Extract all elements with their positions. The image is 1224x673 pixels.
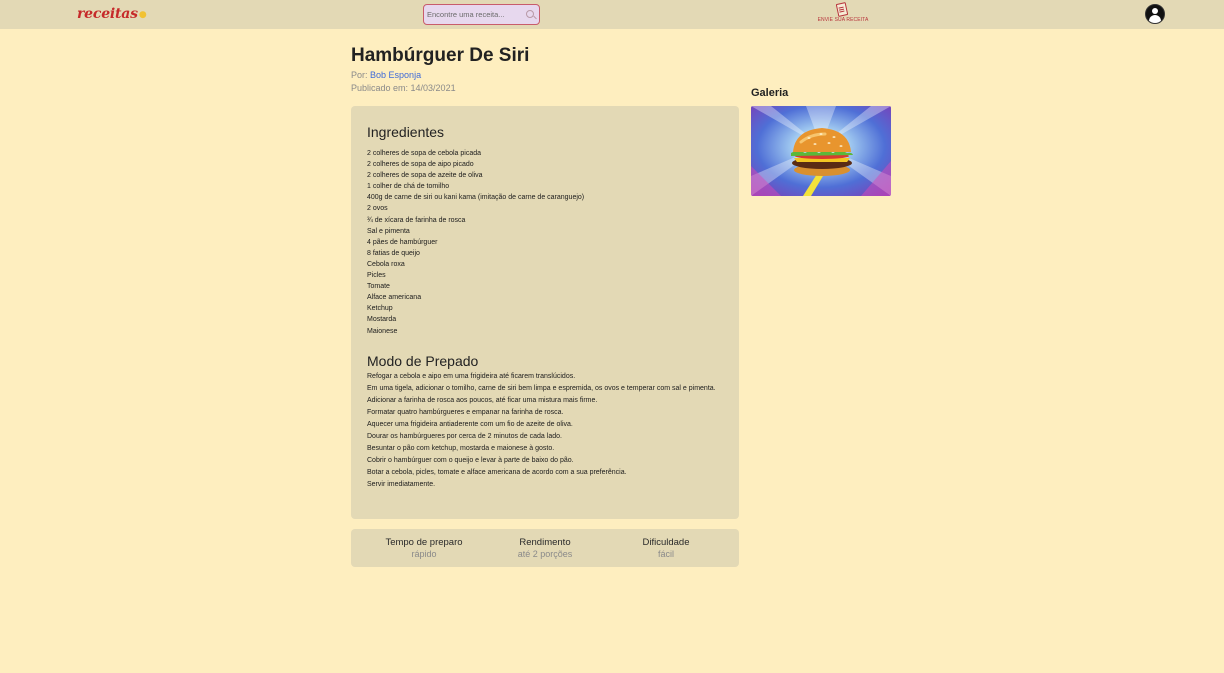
search-box: [423, 4, 540, 25]
recipe-title: Hambúrguer De Siri: [351, 45, 530, 66]
recipe-document-icon: [835, 2, 849, 17]
recipe-info-bar: Tempo de preparo rápido Rendimento até 2…: [351, 529, 739, 567]
send-recipe-button[interactable]: ENVIE SUA RECEITA: [817, 2, 869, 26]
ingredient-item: 400g de carne de siri ou kani kama (imit…: [367, 194, 585, 202]
ingredient-item: 1 colher de chá de tomilho: [367, 183, 450, 191]
ingredient-item: 4 pães de hambúrguer: [367, 238, 438, 246]
ingredient-item: 2 colheres de sopa de cebola picada: [367, 150, 482, 157]
ingredient-item: Alface americana: [367, 294, 422, 302]
preparation-step: Botar a cebola, picles, tomate e alface …: [367, 469, 627, 476]
preparation-step: Servir imediatamente.: [367, 481, 436, 488]
user-avatar-icon[interactable]: [1145, 4, 1165, 24]
ingredient-item: 2 colheres de sopa de azeite de oliva: [367, 172, 483, 180]
author-link[interactable]: Bob Esponja: [370, 70, 421, 80]
yield-info: Rendimento até 2 porções: [485, 537, 605, 559]
ingredient-item: 2 ovos: [367, 205, 388, 213]
ingredient-item: 8 fatias de queijo: [367, 249, 420, 257]
info-label: Tempo de preparo: [385, 537, 463, 548]
preparation-step: Formatar quatro hambúrgueres e empanar n…: [367, 409, 564, 416]
preparation-steps: Refogar a cebola e aipo em uma frigideir…: [367, 371, 721, 491]
gallery-image-krabby-patty[interactable]: [751, 106, 891, 196]
preparation-step: Besuntar o pão com ketchup, mostarda e m…: [367, 445, 555, 452]
gallery-heading: Galeria: [751, 87, 789, 99]
ingredient-item: ¾ de xícara de farinha de rosca: [367, 216, 466, 224]
search-input[interactable]: [427, 7, 523, 22]
preparation-step: Em uma tigela, adicionar o tomilho, carn…: [367, 385, 716, 392]
preparation-step: Refogar a cebola e aipo em uma frigideir…: [367, 373, 576, 380]
send-recipe-label: ENVIE SUA RECEITA: [817, 17, 869, 23]
ingredient-item: Cebola roxa: [367, 260, 405, 268]
info-value: até 2 porções: [517, 549, 573, 559]
ingredient-item: Mostarda: [367, 316, 397, 324]
recipe-panel: Ingredientes 2 colheres de sopa de cebol…: [351, 106, 739, 519]
prep-time-info: Tempo de preparo rápido: [364, 537, 484, 559]
site-logo[interactable]: receitas●: [77, 6, 147, 22]
top-navbar: receitas● ENVIE SUA RECEITA: [0, 0, 1224, 29]
published-date: Publicado em: 14/03/2021: [351, 83, 456, 93]
ingredient-item: 2 colheres de sopa de aipo picado: [367, 161, 474, 169]
ingredient-item: Sal e pimenta: [367, 227, 410, 235]
info-value: fácil: [657, 549, 674, 559]
preparation-step: Adicionar a farinha de rosca aos poucos,…: [367, 397, 598, 404]
info-label: Dificuldade: [642, 537, 690, 548]
ingredient-item: Tomate: [367, 283, 390, 291]
preparation-step: Aquecer uma frigideira antiaderente com …: [367, 421, 573, 428]
difficulty-info: Dificuldade fácil: [606, 537, 726, 559]
ingredient-item: Ketchup: [367, 305, 393, 313]
preparation-step: Cobrir o hambúrguer com o queijo e levar…: [367, 457, 574, 464]
info-value: rápido: [411, 549, 437, 559]
search-icon[interactable]: [526, 10, 534, 18]
ingredient-item: Picles: [367, 272, 386, 280]
author-prefix: Por:: [351, 70, 368, 80]
info-label: Rendimento: [519, 537, 571, 548]
ingredients-heading: Ingredientes: [367, 124, 445, 140]
recipe-author-line: Por: Bob Esponja: [351, 70, 421, 80]
preparation-heading: Modo de Prepado: [367, 353, 479, 369]
preparation-step: Dourar os hambúrgueres por cerca de 2 mi…: [367, 433, 562, 440]
ingredients-list: 2 colheres de sopa de cebola picada 2 co…: [367, 148, 727, 337]
ingredient-item: Maionese: [367, 327, 398, 335]
